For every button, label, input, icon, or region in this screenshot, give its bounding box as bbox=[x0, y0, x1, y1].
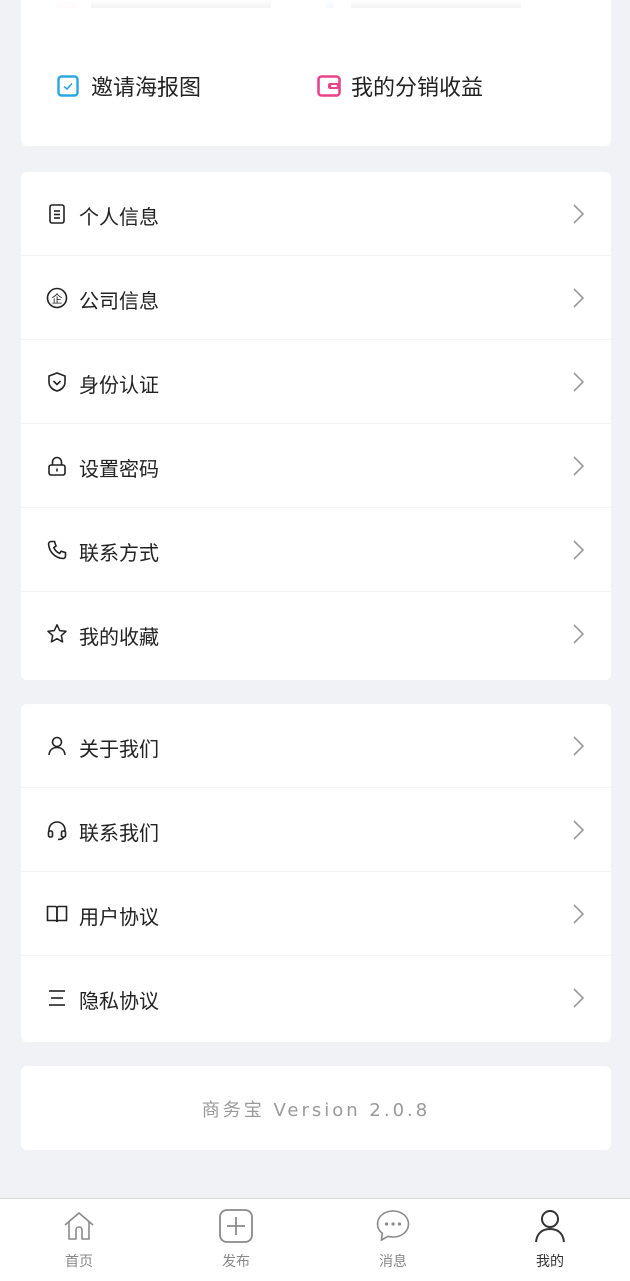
lock-icon bbox=[46, 455, 68, 477]
chevron-right-icon bbox=[571, 371, 585, 393]
tab-label: 我的 bbox=[536, 1254, 564, 1270]
tab-publish[interactable]: 发布 bbox=[176, 1199, 296, 1281]
list-icon bbox=[46, 987, 68, 1009]
home-icon bbox=[64, 1212, 94, 1240]
menu-item-label: 身份认证 bbox=[79, 373, 159, 397]
svg-text:企: 企 bbox=[52, 292, 63, 306]
chevron-right-icon bbox=[571, 735, 585, 757]
bottom-tab-bar: 首页 发布 消息 我的 bbox=[0, 1198, 630, 1281]
version-label: 商务宝 Version 2.0.8 bbox=[201, 1100, 431, 1121]
menu-item-label: 联系我们 bbox=[79, 821, 159, 845]
menu-item-label: 设置密码 bbox=[79, 457, 159, 481]
chat-icon bbox=[376, 1210, 410, 1242]
menu-item-contact-methods[interactable]: 联系方式 bbox=[21, 508, 611, 592]
wallet-icon bbox=[317, 75, 341, 97]
menu-item-label: 关于我们 bbox=[79, 737, 159, 761]
invite-poster-button[interactable]: 邀请海报图 bbox=[57, 70, 201, 102]
chevron-right-icon bbox=[571, 287, 585, 309]
tab-messages[interactable]: 消息 bbox=[333, 1199, 453, 1281]
tab-home[interactable]: 首页 bbox=[19, 1199, 139, 1281]
tab-label: 发布 bbox=[222, 1254, 250, 1270]
chevron-right-icon bbox=[571, 539, 585, 561]
menu-item-label: 隐私协议 bbox=[79, 989, 159, 1013]
profile-icon bbox=[535, 1210, 565, 1243]
phone-icon bbox=[46, 539, 68, 561]
menu-item-my-favorites[interactable]: 我的收藏 bbox=[21, 592, 611, 676]
chevron-right-icon bbox=[571, 455, 585, 477]
version-card: 商务宝 Version 2.0.8 bbox=[21, 1066, 611, 1150]
tab-label: 首页 bbox=[65, 1254, 93, 1270]
menu-item-privacy-agreement[interactable]: 隐私协议 bbox=[21, 956, 611, 1040]
menu-item-company-info[interactable]: 企 公司信息 bbox=[21, 256, 611, 340]
user-icon bbox=[46, 735, 68, 757]
info-menu: 关于我们 联系我们 用户协议 隐私协议 bbox=[21, 704, 611, 1042]
menu-item-about-us[interactable]: 关于我们 bbox=[21, 704, 611, 788]
shield-icon bbox=[46, 371, 68, 393]
poster-icon bbox=[57, 75, 79, 97]
menu-item-contact-us[interactable]: 联系我们 bbox=[21, 788, 611, 872]
tab-label: 消息 bbox=[379, 1254, 407, 1270]
chevron-right-icon bbox=[571, 987, 585, 1009]
menu-item-personal-info[interactable]: 个人信息 bbox=[21, 172, 611, 256]
quick-actions-card: 邀请海报图 我的分销收益 bbox=[21, 0, 611, 146]
distribution-earnings-button[interactable]: 我的分销收益 bbox=[317, 70, 483, 102]
document-icon bbox=[46, 203, 68, 225]
menu-item-set-password[interactable]: 设置密码 bbox=[21, 424, 611, 508]
menu-item-label: 用户协议 bbox=[79, 905, 159, 929]
book-icon bbox=[46, 903, 68, 925]
star-icon bbox=[46, 623, 68, 645]
chevron-right-icon bbox=[571, 819, 585, 841]
menu-item-label: 个人信息 bbox=[79, 205, 159, 229]
menu-item-label: 我的收藏 bbox=[79, 625, 159, 649]
distribution-earnings-label: 我的分销收益 bbox=[351, 76, 484, 101]
tab-mine[interactable]: 我的 bbox=[490, 1199, 610, 1281]
invite-poster-label: 邀请海报图 bbox=[91, 76, 202, 101]
account-menu: 个人信息 企 公司信息 身份认证 设置密码 联系方式 我的收藏 bbox=[21, 172, 611, 680]
menu-item-identity-verification[interactable]: 身份认证 bbox=[21, 340, 611, 424]
enterprise-icon: 企 bbox=[46, 287, 68, 309]
menu-item-label: 公司信息 bbox=[79, 289, 159, 313]
headset-icon bbox=[46, 819, 68, 841]
menu-item-user-agreement[interactable]: 用户协议 bbox=[21, 872, 611, 956]
chevron-right-icon bbox=[571, 623, 585, 645]
chevron-right-icon bbox=[571, 903, 585, 925]
chevron-right-icon bbox=[571, 203, 585, 225]
menu-item-label: 联系方式 bbox=[79, 541, 159, 565]
add-icon bbox=[219, 1209, 253, 1243]
